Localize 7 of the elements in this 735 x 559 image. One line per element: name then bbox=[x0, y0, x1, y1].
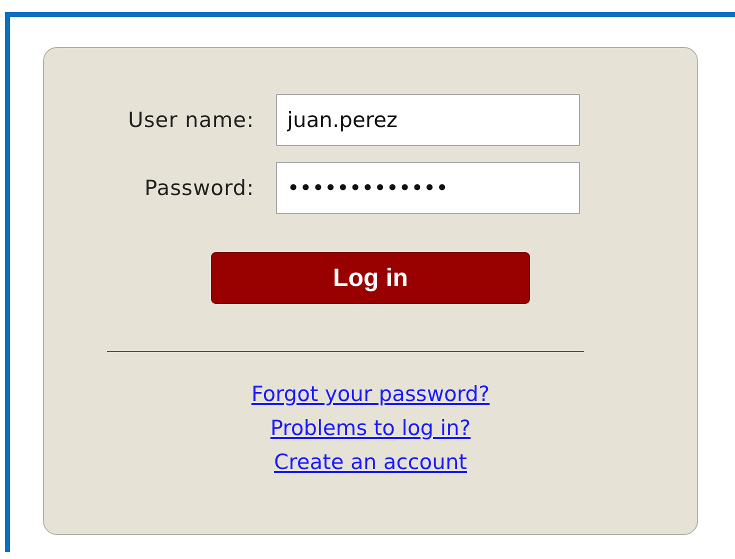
login-button[interactable]: Log in bbox=[211, 252, 530, 304]
field-label: Password: bbox=[144, 176, 254, 200]
link[interactable]: Problems to log in? bbox=[270, 416, 471, 440]
input-field[interactable]: ••••••••••••• bbox=[276, 162, 580, 214]
field-label: User name: bbox=[128, 108, 254, 132]
link[interactable]: Forgot your password? bbox=[251, 382, 490, 406]
link[interactable]: Create an account bbox=[274, 450, 467, 474]
